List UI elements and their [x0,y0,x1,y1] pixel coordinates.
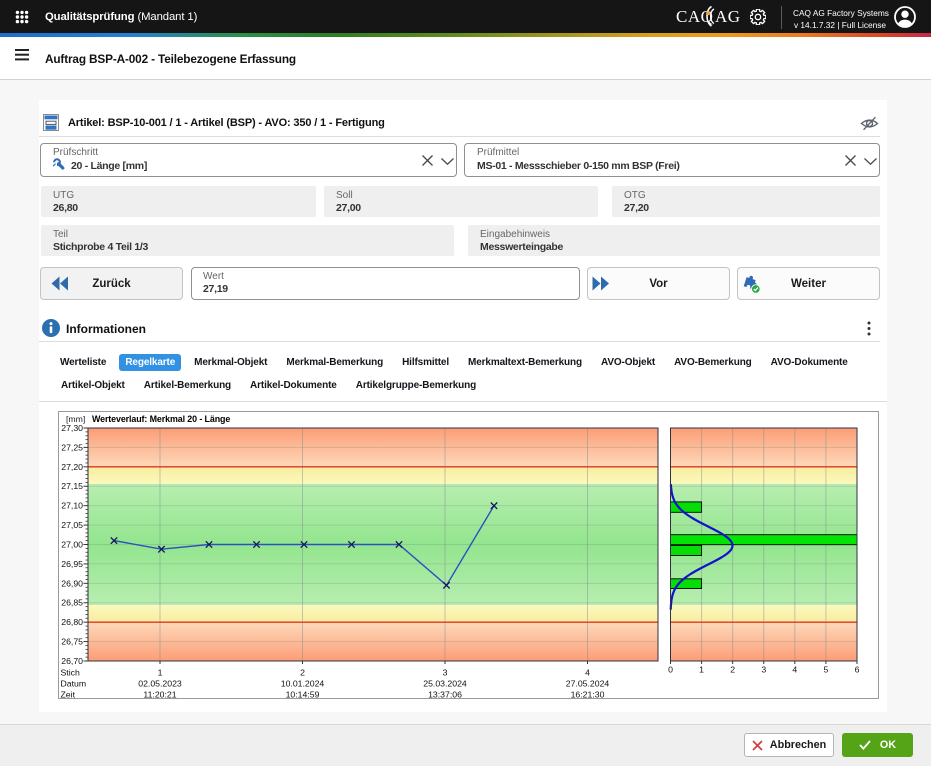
svg-text:27,25: 27,25 [61,442,83,452]
svg-text:Werteverlauf: Merkmal 20 - Län: Werteverlauf: Merkmal 20 - Länge [92,414,230,424]
svg-text:27,15: 27,15 [61,481,83,491]
svg-text:26,75: 26,75 [61,637,83,647]
svg-text:1: 1 [158,668,163,678]
svg-text:25.03.2024: 25.03.2024 [423,679,467,689]
svg-text:6: 6 [855,665,860,675]
svg-text:3: 3 [761,665,766,675]
svg-text:13:37:06: 13:37:06 [428,690,462,700]
svg-text:27,20: 27,20 [61,462,83,472]
svg-text:Zeit: Zeit [61,690,76,700]
svg-text:26,90: 26,90 [61,578,83,588]
svg-text:16:21:30: 16:21:30 [571,690,605,700]
svg-text:0: 0 [668,665,673,675]
svg-text:10:14:59: 10:14:59 [286,690,320,700]
svg-text:Stich: Stich [61,668,80,678]
svg-text:4: 4 [792,665,797,675]
svg-text:26,95: 26,95 [61,559,83,569]
svg-text:2: 2 [730,665,735,675]
svg-text:Datum: Datum [61,679,87,689]
svg-text:5: 5 [823,665,828,675]
svg-text:27.05.2024: 27.05.2024 [566,679,610,689]
svg-text:1: 1 [699,665,704,675]
svg-text:26,85: 26,85 [61,598,83,608]
svg-text:4: 4 [585,668,590,678]
svg-text:3: 3 [443,668,448,678]
svg-text:27,10: 27,10 [61,501,83,511]
svg-text:26,70: 26,70 [61,656,83,666]
svg-text:27,05: 27,05 [61,520,83,530]
svg-text:27,30: 27,30 [61,423,83,433]
svg-text:02.05.2023: 02.05.2023 [138,679,182,689]
svg-text:26,80: 26,80 [61,617,83,627]
svg-text:10.01.2024: 10.01.2024 [281,679,325,689]
svg-text:11:20:21: 11:20:21 [143,690,176,700]
svg-text:27,00: 27,00 [61,540,83,550]
svg-text:2: 2 [300,668,305,678]
